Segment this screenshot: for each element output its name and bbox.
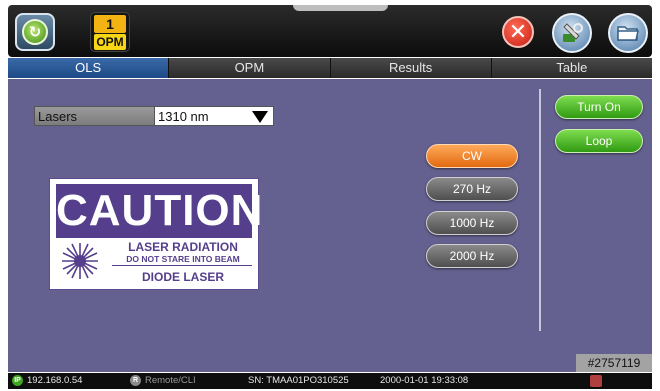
laser-starburst-icon <box>62 243 98 279</box>
status-datetime: 2000-01-01 19:33:08 <box>380 375 469 386</box>
status-bar: IP 192.168.0.54 R Remote/CLI SN: TMAA01PO3… <box>8 373 652 389</box>
badge-number: 1 <box>94 15 126 33</box>
mode-2000hz-button[interactable]: 2000 Hz <box>426 244 518 268</box>
opm-mode-badge[interactable]: 1 OPM <box>90 12 130 52</box>
mode-1000hz-button[interactable]: 1000 Hz <box>426 211 518 235</box>
ip-icon: IP <box>12 374 23 386</box>
caution-diode-laser: DIODE LASER <box>141 270 224 284</box>
tab-ols[interactable]: OLS <box>8 58 170 78</box>
caution-laser-radiation: LASER RADIATION <box>128 240 238 254</box>
folder-icon <box>617 26 639 41</box>
turn-on-button[interactable]: Turn On <box>555 95 643 119</box>
close-icon[interactable]: ✕ <box>502 16 534 48</box>
caution-title: CAUTION <box>56 184 262 238</box>
home-icon: ↻ <box>22 19 48 45</box>
tools-button[interactable] <box>552 13 592 53</box>
tab-bar: OLS OPM Results Table <box>8 58 652 78</box>
ip-address: 192.168.0.54 <box>27 375 83 386</box>
mode-270hz-button[interactable]: 270 Hz <box>426 177 518 201</box>
folder-button[interactable] <box>608 13 648 53</box>
loop-button[interactable]: Loop <box>555 129 643 153</box>
remote-icon: R <box>130 374 141 386</box>
tab-opm[interactable]: OPM <box>169 58 331 78</box>
mode-cw-button[interactable]: CW <box>426 144 518 168</box>
top-toolbar: ↻ 1 OPM ✕ <box>8 5 652 57</box>
panel-divider <box>539 89 541 331</box>
status-remote[interactable]: R Remote/CLI <box>130 373 196 389</box>
notification-icon[interactable] <box>590 375 602 387</box>
status-ip: IP 192.168.0.54 <box>12 373 82 389</box>
remote-label: Remote/CLI <box>145 375 196 386</box>
tab-table[interactable]: Table <box>491 58 652 78</box>
dropdown-arrow-icon <box>252 111 268 123</box>
toolbar-notch <box>293 5 388 11</box>
caution-divider <box>112 265 252 266</box>
ols-panel: Lasers 1310 nm CAUTION LASER RADIATION D… <box>8 79 652 372</box>
tools-icon <box>563 23 583 42</box>
home-button[interactable]: ↻ <box>15 13 55 51</box>
lasers-label: Lasers <box>34 106 155 126</box>
caution-warning: DO NOT STARE INTO BEAM <box>126 254 240 264</box>
tab-results[interactable]: Results <box>330 58 492 78</box>
badge-label: OPM <box>94 34 126 50</box>
serial-number: SN: TMAA01PO310525 <box>248 375 349 386</box>
lasers-select[interactable]: 1310 nm <box>154 106 274 126</box>
serial-tag: #2757119 <box>576 354 652 372</box>
lasers-selected-value: 1310 nm <box>158 109 209 124</box>
caution-sign: CAUTION LASER RADIATION DO NOT STARE INT… <box>49 178 262 290</box>
